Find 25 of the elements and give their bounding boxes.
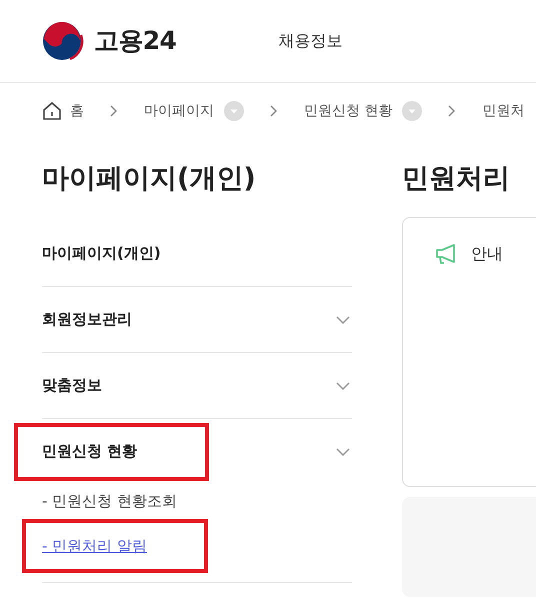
breadcrumb-link[interactable]: 홈	[70, 100, 84, 122]
chevron-down-icon	[336, 448, 350, 456]
chevron-right-icon	[110, 105, 118, 117]
sidebar-title: 마이페이지(개인)	[42, 162, 257, 196]
logo-text[interactable]: 고용24	[94, 22, 176, 60]
nav-link[interactable]: 채용정보	[278, 29, 342, 53]
sidebar-item[interactable]: 마이페이지(개인)	[42, 221, 352, 286]
dropdown-icon[interactable]	[224, 101, 244, 121]
page-title: 민원처리	[402, 162, 511, 196]
sidebar-item[interactable]: 맞춤정보	[42, 353, 352, 418]
breadcrumb-link[interactable]: 마이페이지	[144, 100, 214, 122]
submenu-link[interactable]: - 민원처리 알림	[42, 536, 147, 554]
breadcrumb-link[interactable]: 민원처	[482, 100, 524, 122]
chevron-right-icon	[270, 105, 278, 117]
notice-label: 안내	[471, 243, 503, 265]
sidebar-item[interactable]: 민원신청 현황	[42, 419, 352, 484]
logo-icon	[42, 21, 84, 61]
chevron-down-icon	[336, 316, 350, 324]
breadcrumb-link[interactable]: 민원신청 현황	[304, 100, 392, 122]
submenu-link[interactable]: - 민원신청 현황조회	[42, 492, 177, 510]
chevron-down-icon	[336, 382, 350, 390]
dropdown-icon[interactable]	[402, 101, 422, 121]
home-icon	[42, 101, 62, 121]
chevron-right-icon	[448, 105, 456, 117]
sidebar-item[interactable]: 회원정보관리	[42, 287, 352, 352]
